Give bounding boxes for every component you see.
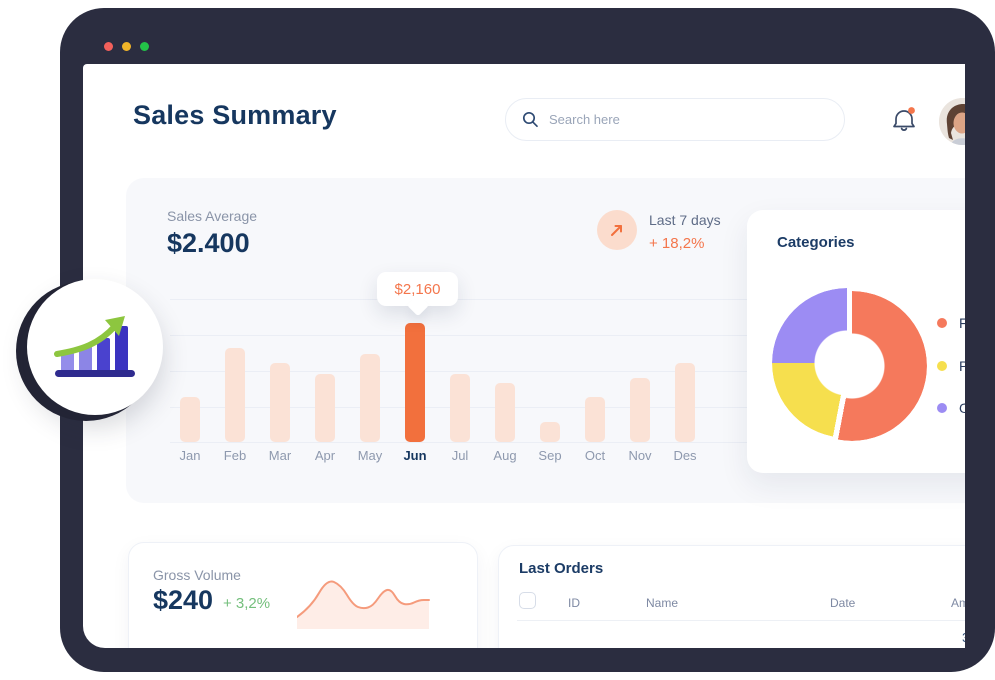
month-label: Sep (528, 448, 572, 463)
gross-volume-sparkline (297, 567, 433, 631)
page: Sales Summary Sales (0, 0, 995, 680)
legend-dot (937, 361, 947, 371)
month-label: Feb (213, 448, 257, 463)
gross-volume-label: Gross Volume (153, 567, 241, 583)
notification-badge (908, 107, 915, 114)
month-label: Jun (393, 448, 437, 463)
select-all-checkbox[interactable] (519, 592, 536, 609)
bar-tooltip: $2,160 (377, 272, 458, 306)
bar-mar[interactable] (270, 363, 290, 442)
categories-donut-chart[interactable] (772, 288, 922, 438)
growth-bar-chart-icon (51, 312, 139, 382)
month-label: Jan (168, 448, 212, 463)
categories-card: Categories Fu Pr O (747, 210, 965, 473)
gross-volume-card: Gross Volume $240 + 3,2% (128, 542, 478, 648)
bar-oct[interactable] (585, 397, 605, 442)
notifications-button[interactable] (889, 104, 919, 136)
search-icon (522, 111, 539, 128)
avatar-image (939, 98, 965, 145)
table-row-amount-fragment: 3 (962, 630, 965, 645)
month-label: Mar (258, 448, 302, 463)
bar-aug[interactable] (495, 383, 515, 442)
window-controls (104, 42, 149, 51)
search-bar[interactable] (505, 98, 845, 141)
legend-item: Fu (937, 315, 965, 331)
last-orders-title: Last Orders (519, 560, 603, 577)
user-avatar[interactable] (939, 98, 965, 145)
minimize-window-button[interactable] (122, 42, 131, 51)
column-header-id: ID (568, 596, 580, 610)
month-label: Nov (618, 448, 662, 463)
search-input[interactable] (549, 112, 828, 127)
last-orders-card: Last Orders ID Name Date Am 3 (498, 545, 965, 648)
gross-volume-change: + 3,2% (223, 595, 270, 612)
app-content: Sales Summary Sales (83, 64, 965, 648)
bar-jan[interactable] (180, 397, 200, 442)
bar-des[interactable] (675, 363, 695, 442)
close-window-button[interactable] (104, 42, 113, 51)
month-label: Aug (483, 448, 527, 463)
bar-apr[interactable] (315, 374, 335, 442)
column-header-amount: Am (951, 596, 965, 610)
legend-dot (937, 318, 947, 328)
bell-icon (889, 104, 919, 136)
column-header-name: Name (646, 596, 678, 610)
gross-volume-value: $240 (153, 585, 213, 616)
month-label: Oct (573, 448, 617, 463)
categories-title: Categories (777, 234, 855, 251)
month-label: Apr (303, 448, 347, 463)
bar-jun[interactable] (405, 323, 425, 442)
bar-feb[interactable] (225, 348, 245, 442)
page-title: Sales Summary (133, 100, 337, 131)
month-label: Des (663, 448, 707, 463)
bar-nov[interactable] (630, 378, 650, 442)
bar-may[interactable] (360, 354, 380, 442)
month-label: May (348, 448, 392, 463)
bar-jul[interactable] (450, 374, 470, 442)
growth-badge (27, 279, 163, 415)
donut-exploded-slice (777, 291, 927, 441)
bar-sep[interactable] (540, 422, 560, 442)
column-header-date: Date (830, 596, 855, 610)
month-label: Jul (438, 448, 482, 463)
legend-item: Pr (937, 358, 965, 374)
zoom-window-button[interactable] (140, 42, 149, 51)
legend-item: O (937, 400, 965, 416)
table-divider (517, 620, 965, 621)
legend-dot (937, 403, 947, 413)
